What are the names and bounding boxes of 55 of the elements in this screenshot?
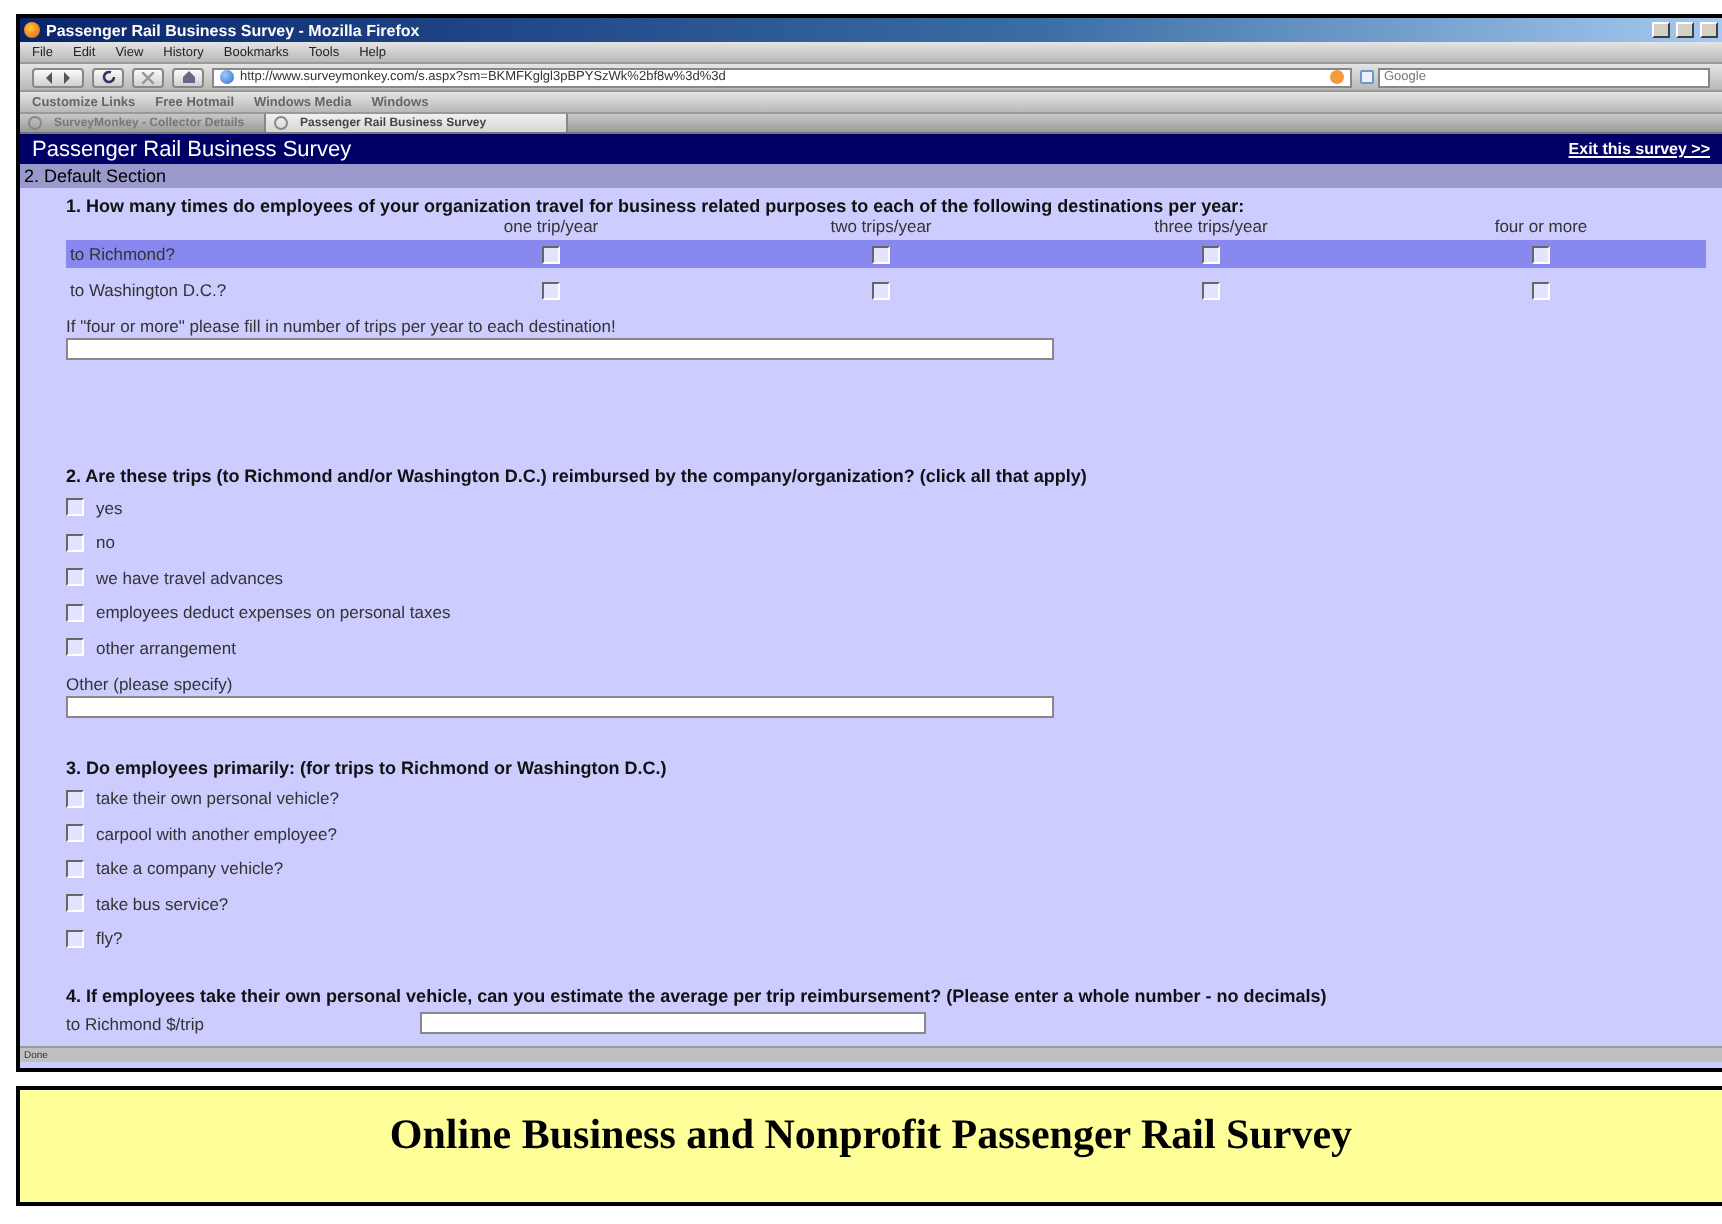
checkbox[interactable]	[66, 789, 84, 808]
checkbox[interactable]	[66, 929, 84, 948]
question-text: 3. Do employees primarily: (for trips to Richmond or Washington D.C.)	[66, 757, 669, 777]
option-label: no	[96, 532, 115, 553]
option-label: we have travel advances	[96, 567, 284, 588]
tab-icon	[274, 116, 289, 130]
checkbox[interactable]	[1202, 281, 1220, 299]
reload-icon[interactable]	[92, 67, 124, 87]
option-label: take a company vehicle?	[96, 858, 284, 879]
checkbox[interactable]	[66, 498, 84, 517]
section-bar: 2. Default Section	[20, 164, 1722, 188]
field-label: Other (please specify)	[66, 673, 233, 693]
field-label: to Richmond $/trip	[66, 1013, 206, 1033]
row-label: to Washington D.C.?	[68, 280, 227, 300]
row-label: to Richmond?	[68, 244, 175, 264]
checkbox[interactable]	[66, 533, 84, 552]
checkbox[interactable]	[1532, 281, 1550, 299]
column-header: one trip/year	[501, 216, 601, 236]
input-field[interactable]	[66, 338, 1054, 360]
checkbox[interactable]	[1202, 245, 1220, 263]
checkbox[interactable]	[542, 281, 560, 299]
option-label: yes	[96, 497, 123, 518]
field-label: If "four or more" please fill in number of trips per year to each destination!	[66, 316, 616, 336]
checkbox[interactable]	[66, 568, 84, 587]
option-label: fly?	[96, 928, 123, 949]
input-field[interactable]	[420, 1012, 926, 1034]
input-field[interactable]	[66, 695, 1054, 717]
checkbox[interactable]	[66, 859, 84, 878]
column-header: three trips/year	[1152, 216, 1270, 236]
checkbox[interactable]	[542, 245, 560, 263]
home-icon[interactable]	[172, 67, 204, 87]
caption-title: Online Business and Nonprofit Passenger Rail Survey	[389, 1110, 1353, 1162]
checkbox[interactable]	[1532, 245, 1550, 263]
option-label: take their own personal vehicle?	[96, 788, 339, 809]
exit-survey-link[interactable]: Exit this survey >>	[1568, 140, 1710, 158]
column-header: two trips/year	[828, 216, 934, 236]
option-label: take bus service?	[96, 893, 229, 914]
checkbox[interactable]	[66, 894, 84, 913]
question-text: 2. Are these trips (to Richmond and/or Washington D.C.) reimbursed by the company/organization? (click all that apply)	[66, 466, 1089, 486]
option-label: employees deduct expenses on personal taxes	[96, 602, 451, 623]
option-label: carpool with another employee?	[96, 823, 337, 844]
option-label: other arrangement	[96, 637, 236, 658]
checkbox[interactable]	[66, 824, 84, 843]
back-forward-icon[interactable]	[32, 67, 84, 87]
column-header: four or more	[1492, 216, 1590, 236]
tab-icon	[28, 116, 42, 130]
checkbox[interactable]	[872, 281, 890, 299]
window-title: Passenger Rail Business Survey - Mozilla Firefox	[46, 21, 420, 39]
survey-title: Passenger Rail Business Survey	[32, 137, 352, 161]
checkbox[interactable]	[66, 638, 84, 657]
question-text: 1. How many times do employees of your organization travel for business related purposes to each of the following destinations per year:	[66, 196, 1247, 216]
question-text: 4. If employees take their own personal vehicle, can you estimate the average per trip reimbursement? (Please enter a whole number - no decimals)	[66, 986, 1329, 1006]
checkbox[interactable]	[66, 603, 84, 622]
globe-icon	[220, 70, 234, 84]
checkbox[interactable]	[872, 245, 890, 263]
